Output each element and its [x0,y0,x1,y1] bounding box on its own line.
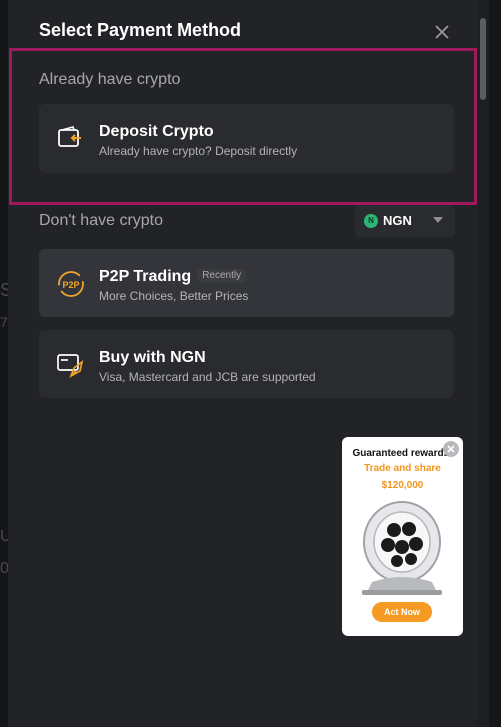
background-fragment: 7 [0,314,8,330]
deposit-crypto-card[interactable]: Deposit Crypto Already have crypto? Depo… [39,104,454,173]
p2p-icon: P2P [56,269,86,299]
recently-badge: Recently [197,269,247,283]
caret-down-icon [433,217,443,223]
reward-wheel-illustration [362,501,442,595]
scrollbar[interactable] [477,0,489,727]
p2p-trading-title-row: P2P Trading Recently [99,268,247,286]
deposit-crypto-subtitle: Already have crypto? Deposit directly [99,144,298,158]
currency-selector[interactable]: N NGN [355,205,455,237]
promo-subline: Trade and share [364,463,441,474]
close-icon [447,445,455,453]
buy-with-ngn-card[interactable]: Buy with NGN Visa, Mastercard and JCB ar… [39,330,454,398]
currency-code: NGN [383,213,412,228]
buy-with-ngn-subtitle: Visa, Mastercard and JCB are supported [99,370,316,384]
promo-amount: $120,000 [381,480,424,491]
ngn-coin-icon: N [364,214,378,228]
buy-with-ngn-title: Buy with NGN [99,349,206,366]
already-have-crypto-label: Already have crypto [39,71,181,88]
close-button[interactable] [432,22,452,42]
promo-popup[interactable]: Guaranteed rewards! Trade and share $120… [342,437,463,636]
promo-close-button[interactable] [443,441,459,457]
p2p-trading-title: P2P Trading [99,268,192,285]
deposit-crypto-title: Deposit Crypto [99,123,214,140]
card-rocket-icon [56,350,86,380]
wallet-deposit-icon [56,124,86,154]
no-crypto-label: Don't have crypto [39,212,164,229]
act-now-button[interactable]: Act Now [372,602,432,622]
modal-title: Select Payment Method [39,20,242,40]
p2p-trading-subtitle: More Choices, Better Prices [99,289,249,303]
p2p-trading-card[interactable]: P2P P2P Trading Recently More Choices, Be… [39,249,454,317]
svg-text:P2P: P2P [62,280,79,290]
scrollbar-thumb[interactable] [480,18,486,100]
close-icon [435,25,449,39]
